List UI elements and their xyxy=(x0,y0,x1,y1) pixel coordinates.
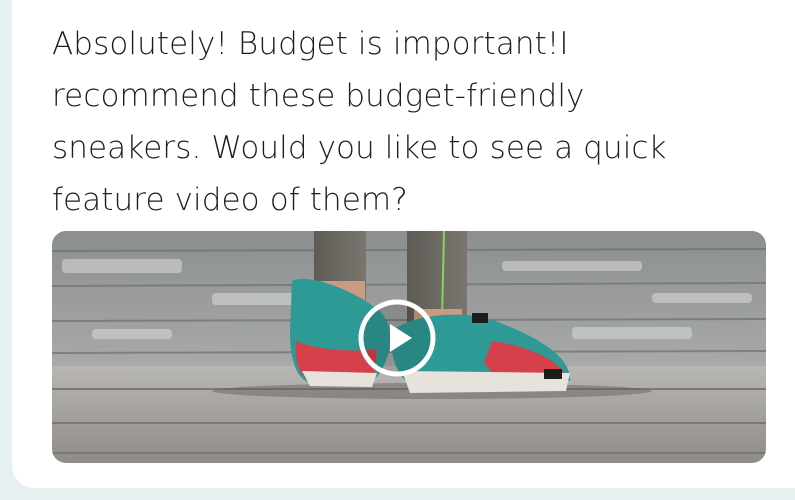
assistant-message: Absolutely! Budget is important!I recomm… xyxy=(52,26,667,218)
play-button[interactable] xyxy=(357,298,437,378)
play-icon xyxy=(358,299,436,377)
video-thumbnail[interactable] xyxy=(52,231,766,463)
chat-bubble: Absolutely! Budget is important!I recomm… xyxy=(12,0,795,488)
